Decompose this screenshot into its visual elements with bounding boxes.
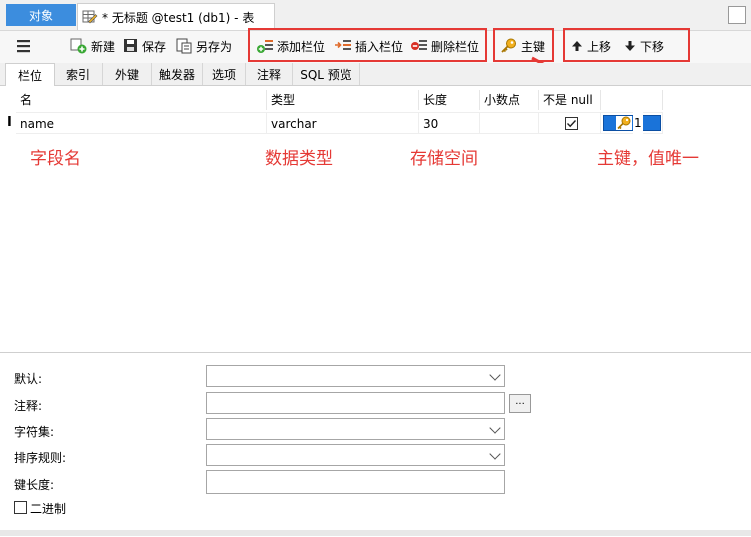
field-actions-highlight — [248, 28, 487, 62]
cell-not-null[interactable] — [539, 112, 601, 134]
tab-comments[interactable]: 注释 — [246, 63, 293, 85]
new-button[interactable]: 新建 — [70, 35, 115, 57]
column-header-name[interactable]: 名 — [16, 90, 267, 110]
primary-key-icon — [616, 116, 632, 130]
tab-triggers[interactable]: 触发器 — [152, 63, 203, 85]
save-as-button[interactable]: 另存为 — [176, 35, 232, 57]
row-cursor-indicator: I — [7, 115, 12, 130]
annotation-data-type: 数据类型 — [265, 149, 333, 169]
default-label: 默认: — [14, 372, 43, 386]
horizontal-scrollbar[interactable] — [0, 530, 751, 536]
collation-select[interactable] — [206, 444, 505, 466]
column-header-type[interactable]: 类型 — [267, 90, 419, 110]
cell-field-name[interactable]: name — [16, 112, 267, 134]
cell-field-length[interactable]: 30 — [419, 112, 480, 134]
comment-input[interactable] — [206, 392, 505, 414]
annotation-primary-key: 主键，值唯一 — [597, 149, 699, 169]
column-header-not-null[interactable]: 不是 null — [539, 90, 601, 110]
binary-label: 二进制 — [30, 502, 67, 516]
tab-objects[interactable]: 对象 — [6, 4, 76, 26]
tab-sql-preview[interactable]: SQL 预览 — [293, 63, 360, 85]
charset-select[interactable] — [206, 418, 505, 440]
save-button[interactable]: 保存 — [123, 35, 166, 57]
fields-grid: 名 类型 长度 小数点 不是 null I name varchar 30 1 … — [0, 86, 751, 352]
cell-field-decimals[interactable] — [480, 112, 539, 134]
comment-edit-button[interactable]: ... — [509, 394, 531, 413]
cell-key[interactable]: 1 — [601, 112, 663, 134]
new-label: 新建 — [91, 39, 116, 54]
tab-fields[interactable]: 栏位 — [5, 63, 55, 87]
key-order: 1 — [633, 112, 643, 134]
chevron-down-icon — [489, 422, 501, 434]
binary-checkbox[interactable] — [14, 501, 27, 514]
tab-options[interactable]: 选项 — [203, 63, 246, 85]
annotation-field-name: 字段名 — [30, 149, 81, 169]
subtab-bar: 栏位 索引 外键 触发器 选项 注释 SQL 预览 — [0, 63, 751, 87]
default-select[interactable] — [206, 365, 505, 387]
tab-table-design[interactable]: * 无标题 @test1 (db1) - 表 — [77, 3, 275, 30]
menu-icon[interactable] — [16, 35, 35, 57]
save-as-label: 另存为 — [196, 39, 233, 54]
column-header-key[interactable] — [601, 90, 663, 110]
key-length-input[interactable] — [206, 470, 505, 494]
cell-field-type[interactable]: varchar — [267, 112, 419, 134]
new-icon — [70, 38, 87, 54]
column-header-decimals[interactable]: 小数点 — [480, 90, 539, 110]
table-edit-icon — [82, 10, 98, 24]
comment-label: 注释: — [14, 399, 43, 413]
tab-foreign-keys[interactable]: 外键 — [103, 63, 152, 85]
key-length-label: 键长度: — [14, 478, 55, 492]
tab-title: * 无标题 @test1 (db1) - 表 — [102, 10, 255, 25]
chevron-down-icon — [489, 369, 501, 381]
save-icon — [124, 39, 137, 52]
charset-label: 字符集: — [14, 425, 55, 439]
chevron-down-icon — [489, 448, 501, 460]
save-label: 保存 — [142, 39, 167, 54]
collation-label: 排序规则: — [14, 451, 67, 465]
tab-bar: 对象 * 无标题 @test1 (db1) - 表 — [0, 0, 751, 31]
column-header-length[interactable]: 长度 — [419, 90, 480, 110]
tab-indexes[interactable]: 索引 — [54, 63, 103, 85]
annotation-storage: 存储空间 — [410, 149, 478, 169]
not-null-checkbox[interactable] — [565, 117, 578, 130]
save-as-icon — [176, 38, 192, 54]
restore-icon[interactable] — [728, 6, 746, 24]
